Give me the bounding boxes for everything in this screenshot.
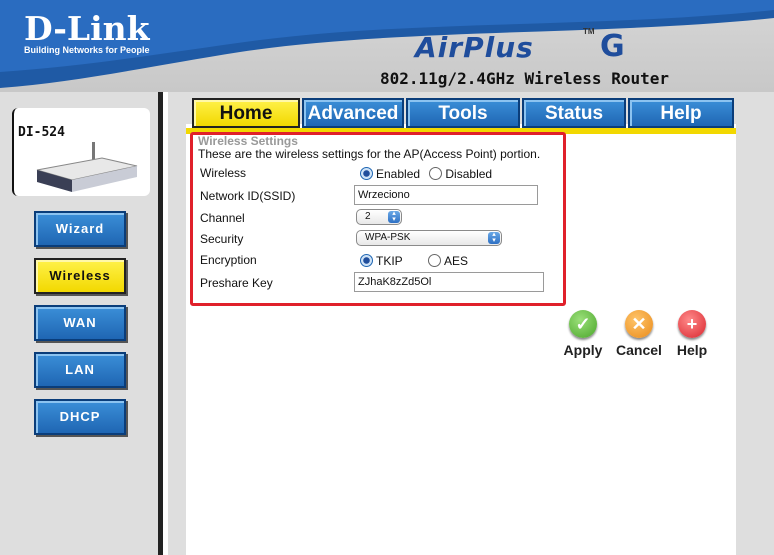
checkmark-icon: ✓ (569, 310, 597, 338)
airplus-tm: TM (583, 27, 595, 36)
router-image (36, 142, 138, 192)
select-arrows-icon: ▴ ▾ (488, 231, 500, 244)
wireless-label: Wireless (200, 166, 247, 180)
header: D-Link Building Networks for People AirP… (0, 0, 774, 92)
disabled-label: Disabled (445, 167, 493, 181)
plus-help-icon: + (678, 310, 706, 338)
encryption-tkip-radio[interactable] (360, 254, 373, 267)
sidebar-item-lan[interactable]: LAN (34, 352, 126, 388)
dlink-tagline: Building Networks for People (24, 45, 150, 55)
apply-label: Apply (563, 342, 603, 358)
security-select[interactable]: WPA-PSK ▴ ▾ (356, 230, 502, 246)
preshare-key-input[interactable]: ZJhaK8zZd5Ol (354, 272, 544, 292)
encryption-radio-group: TKIP AES (360, 254, 474, 268)
help-button[interactable]: + Help (664, 310, 720, 358)
dlink-logo: D-Link (24, 9, 150, 48)
ssid-label: Network ID(SSID) (200, 189, 296, 203)
cancel-label: Cancel (616, 342, 662, 358)
tab-help[interactable]: Help (628, 98, 734, 128)
apply-button[interactable]: ✓ Apply (555, 310, 611, 358)
section-description: These are the wireless settings for the … (198, 147, 541, 161)
security-value: WPA-PSK (365, 232, 411, 243)
airplus-text: AirPlus (415, 31, 534, 64)
tab-status[interactable]: Status (522, 98, 626, 128)
sidebar-item-dhcp[interactable]: DHCP (34, 399, 126, 435)
channel-select[interactable]: 2 ▴ ▾ (356, 209, 402, 225)
channel-label: Channel (200, 211, 245, 225)
select-arrows-icon: ▴ ▾ (388, 210, 400, 223)
product-subtitle: 802.11g/2.4GHz Wireless Router (380, 69, 669, 88)
sidebar-item-wan[interactable]: WAN (34, 305, 126, 341)
sidebar-item-wizard[interactable]: Wizard (34, 211, 126, 247)
tab-tools[interactable]: Tools (406, 98, 520, 128)
section-title: Wireless Settings (198, 134, 298, 148)
help-label: Help (676, 342, 708, 358)
encryption-label: Encryption (200, 253, 257, 267)
encryption-aes-radio[interactable] (428, 254, 442, 267)
tab-home[interactable]: Home (192, 98, 300, 128)
wireless-enabled-radio[interactable] (360, 167, 373, 180)
sidebar-item-wireless[interactable]: Wireless (34, 258, 126, 294)
airplus-logo: AirPlus TM G (390, 27, 670, 67)
tkip-label: TKIP (376, 254, 403, 268)
aes-label: AES (444, 254, 469, 268)
channel-value: 2 (365, 211, 371, 222)
cancel-x-icon: ✕ (625, 310, 653, 338)
wireless-radio-group: Enabled Disabled (360, 167, 498, 181)
tab-advanced[interactable]: Advanced (302, 98, 404, 128)
tab-bar: Home Advanced Tools Status Help (186, 98, 736, 130)
security-label: Security (200, 232, 244, 246)
wireless-disabled-radio[interactable] (429, 167, 443, 180)
ssid-input[interactable]: Wrzeciono (354, 185, 538, 205)
cancel-button[interactable]: ✕ Cancel (611, 310, 667, 358)
airplus-g: G (600, 29, 625, 64)
device-model: DI-524 (18, 125, 65, 140)
preshare-key-label: Preshare Key (200, 276, 273, 290)
enabled-label: Enabled (376, 167, 421, 181)
